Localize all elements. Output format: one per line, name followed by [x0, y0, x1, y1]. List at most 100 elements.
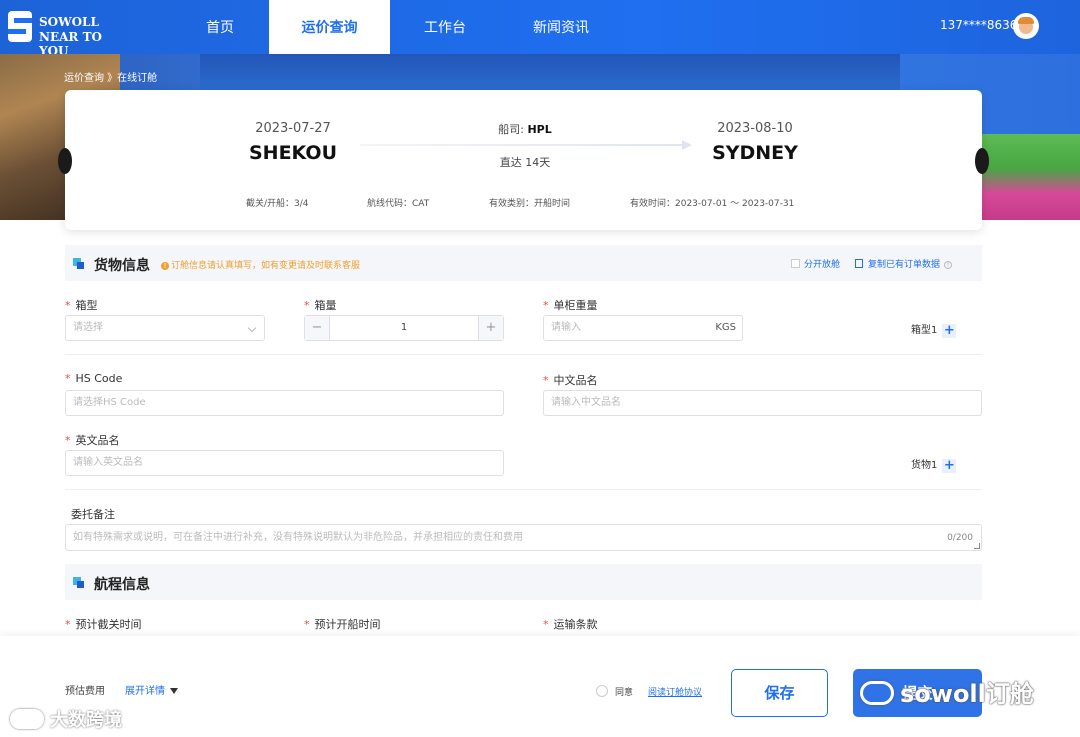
user-phone[interactable]: 137****8636 — [940, 18, 1017, 32]
en-name-label-text: 英文品名 — [75, 434, 120, 447]
banner-containers-right — [970, 134, 1080, 220]
remark-char-counter: 0/200 — [947, 533, 973, 543]
help-icon[interactable]: ? — [944, 261, 953, 269]
required-mark: * — [65, 434, 71, 447]
watermark-left-text: 大数跨境 — [50, 710, 122, 731]
checkbox-icon[interactable] — [791, 259, 800, 268]
avatar[interactable] — [1013, 13, 1039, 39]
sowoll-logo-icon — [8, 11, 32, 42]
voyage-section-header: 航程信息 — [65, 564, 982, 600]
dest-date: 2023-08-10 — [717, 121, 793, 136]
en-name-input[interactable]: 请输入英文品名 — [65, 450, 504, 476]
box-qty-stepper[interactable]: − 1 + — [304, 315, 504, 341]
copy-order-data-label: 复制已有订单数据 — [868, 260, 941, 270]
top-nav: SOWOLL NEAR TO YOU 首页 运价查询 工作台 新闻资讯 137*… — [0, 0, 1080, 58]
box-type-label-text: 箱型 — [75, 299, 98, 312]
section-icon — [73, 258, 84, 269]
divider — [65, 489, 982, 490]
remark-label: 委托备注 — [71, 508, 115, 521]
origin-port: SHEKOU — [248, 142, 337, 164]
nav-item-freight-query[interactable]: 运价查询 — [269, 0, 390, 54]
voyage-section-title: 航程信息 — [94, 577, 150, 593]
decrement-button[interactable]: − — [305, 316, 330, 340]
box-qty-label: * 箱量 — [304, 297, 337, 313]
section-icon — [73, 577, 84, 588]
expand-details-toggle[interactable]: 展开详情 — [125, 682, 178, 697]
box-type-placeholder: 请选择 — [73, 322, 103, 333]
cargo-hint-text: 订舱信息请认真填写，如有变更请及时联系客服 — [171, 261, 361, 271]
copy-order-data-link[interactable]: 复制已有订单数据? — [855, 257, 953, 270]
required-mark: * — [65, 372, 71, 385]
box-qty-label-text: 箱量 — [314, 299, 337, 312]
goods-count: 货物1 — [911, 460, 938, 471]
carrier-label: 船司: — [498, 123, 524, 136]
plus-icon[interactable]: + — [942, 324, 957, 338]
weight-input[interactable]: 请输入 KGS — [543, 315, 743, 341]
breadcrumb[interactable]: 运价查询 》在线订舱 — [64, 69, 157, 84]
box-type-label: * 箱型 — [65, 297, 98, 313]
increment-button[interactable]: + — [478, 316, 503, 340]
save-button[interactable]: 保存 — [731, 669, 828, 717]
nav-item-news[interactable]: 新闻资讯 — [510, 0, 612, 54]
agree-radio[interactable] — [596, 685, 608, 697]
hs-code-label-text: HS Code — [75, 372, 123, 385]
add-box-type-button[interactable]: 箱型1 + — [911, 321, 957, 338]
resize-handle-icon[interactable] — [974, 543, 980, 549]
agree-label: 同意 — [615, 688, 634, 698]
sail-time-label-text: 预计开船时间 — [314, 618, 381, 631]
weight-label: * 单柜重量 — [543, 297, 598, 313]
cutoff-time-label: * 预计截关时间 — [65, 616, 142, 632]
meta-valid-period: 有效时间：2023-07-01 ～ 2023-07-31 — [630, 199, 795, 209]
cutoff-time-label-text: 预计截关时间 — [75, 618, 142, 631]
en-name-label: * 英文品名 — [65, 432, 120, 448]
carrier: 船司: HPL — [475, 121, 575, 137]
copy-icon — [855, 259, 863, 268]
cn-name-input[interactable]: 请输入中文品名 — [543, 390, 982, 416]
nav-item-workbench[interactable]: 工作台 — [400, 0, 490, 54]
meta-route-code: 航线代码：CAT — [367, 199, 430, 209]
chevron-down-icon — [247, 323, 257, 333]
hs-code-placeholder: 请选择HS Code — [73, 397, 146, 408]
required-mark: * — [304, 299, 310, 312]
weight-unit: KGS — [715, 322, 736, 333]
sowoll-logo[interactable]: SOWOLL NEAR TO YOU — [0, 0, 132, 58]
carrier-name: HPL — [527, 123, 552, 136]
warning-icon: ! — [161, 262, 169, 270]
en-name-placeholder: 请输入英文品名 — [73, 457, 143, 468]
required-mark: * — [543, 374, 549, 387]
watermark-right: sowoll订舱 — [860, 674, 1034, 709]
plus-icon[interactable]: + — [942, 459, 957, 473]
ticket-notch-left — [58, 148, 72, 174]
dest-port: SYDNEY — [712, 142, 798, 164]
estimate-label: 预估费用 — [65, 686, 105, 697]
required-mark: * — [65, 618, 71, 631]
weight-label-text: 单柜重量 — [553, 299, 598, 312]
hs-code-label: * HS Code — [65, 372, 122, 385]
meta-cutoff-sail: 截关/开船：3/4 — [246, 199, 309, 209]
divider — [65, 354, 982, 355]
route-card: 2023-07-27 SHEKOU 船司: HPL 直达 14天 2023-08… — [58, 90, 989, 230]
cargo-section-title: 货物信息 — [94, 258, 150, 274]
route-arrow — [360, 140, 692, 150]
cn-name-label-text: 中文品名 — [553, 374, 598, 387]
weight-placeholder: 请输入 — [551, 322, 581, 333]
add-goods-button[interactable]: 货物1 + — [911, 456, 957, 473]
remark-textarea[interactable]: 如有特殊需求或说明，可在备注中进行补充，没有特殊说明默认为非危险品，并承担相应的… — [65, 524, 982, 551]
origin-date: 2023-07-27 — [255, 121, 331, 136]
nav-item-home[interactable]: 首页 — [175, 0, 265, 54]
transit-time: 直达 14天 — [499, 156, 551, 169]
required-mark: * — [543, 618, 549, 631]
box-qty-value[interactable]: 1 — [330, 316, 478, 340]
weibo-icon — [10, 709, 44, 729]
watermark-right-text: sowoll订舱 — [900, 680, 1034, 708]
split-release-checkbox[interactable]: 分开放舱 — [791, 257, 840, 270]
box-type-select[interactable]: 请选择 — [65, 315, 265, 341]
wechat-icon — [860, 681, 894, 705]
remark-placeholder: 如有特殊需求或说明，可在备注中进行补充，没有特殊说明默认为非危险品，并承担相应的… — [73, 532, 523, 543]
cargo-hint: ! 订舱信息请认真填写，如有变更请及时联系客服 — [161, 258, 360, 271]
required-mark: * — [543, 299, 549, 312]
terms-label-text: 运输条款 — [553, 618, 598, 631]
terms-label: * 运输条款 — [543, 616, 598, 632]
hs-code-input[interactable]: 请选择HS Code — [65, 390, 504, 416]
agreement-link[interactable]: 阅读订舱协议 — [648, 685, 702, 698]
